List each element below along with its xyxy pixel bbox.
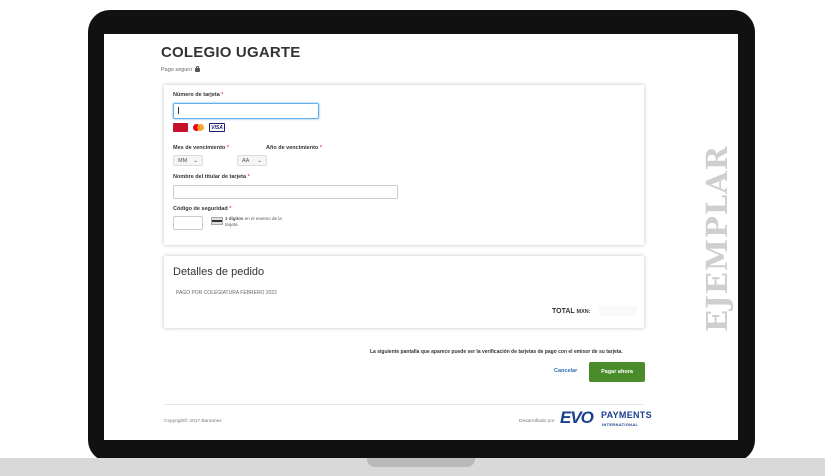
card-number-input[interactable]	[173, 103, 319, 119]
expiry-month-select[interactable]: MM ⌄	[173, 155, 203, 166]
required-mark: *	[247, 174, 250, 180]
order-description: PAGO POR COLEGIATURA FEBRERO 2022	[176, 290, 277, 296]
visa-icon: VISA	[209, 123, 225, 132]
expiry-year-value: AA	[242, 157, 250, 164]
expiry-month-label-text: Mes de vencimiento	[173, 145, 226, 151]
expiry-year-label-text: Año de vencimiento	[266, 145, 319, 151]
total-text: TOTAL	[552, 308, 575, 315]
laptop-notch	[367, 458, 475, 467]
expiry-month-value: MM	[178, 157, 188, 164]
total-label: TOTAL MXN:	[552, 308, 591, 315]
order-details-title: Detalles de pedido	[173, 266, 265, 278]
secure-payment-text: Pago seguro	[161, 67, 193, 73]
total-amount	[599, 306, 637, 316]
cardholder-name-label-text: Nombre del titular de tarjeta	[173, 174, 247, 180]
secure-payment-label: Pago seguro	[161, 66, 201, 73]
expiry-year-label: Año de vencimiento *	[266, 145, 322, 151]
required-mark: *	[226, 145, 229, 151]
cardholder-name-label: Nombre del titular de tarjeta *	[173, 174, 250, 180]
required-mark: *	[221, 92, 224, 98]
amex-card-icon	[173, 123, 188, 132]
security-code-label: Código de seguridad *	[173, 206, 231, 212]
ejemplar-watermark: EJEMPLAR	[700, 145, 734, 332]
security-code-label-text: Código de seguridad	[173, 206, 228, 212]
text-caret	[178, 107, 179, 114]
required-mark: *	[319, 145, 322, 151]
payments-logo-text: PAYMENTS	[601, 410, 652, 420]
pay-now-button[interactable]: Pagar ahora	[589, 362, 645, 382]
card-number-label: Número de tarjeta *	[173, 92, 223, 98]
chevron-down-icon: ⌄	[257, 157, 262, 164]
cvv-card-icon	[211, 217, 223, 225]
security-code-input[interactable]	[173, 216, 203, 230]
footer-divider	[164, 404, 644, 405]
lock-icon	[195, 66, 201, 72]
currency-text: MXN:	[576, 309, 591, 315]
page-title: COLEGIO UGARTE	[161, 44, 301, 61]
evo-logo: EVO	[560, 408, 594, 427]
international-logo-text: INTERNATIONAL	[602, 422, 639, 427]
verification-notice: La siguiente pantalla que aparece puede …	[370, 349, 623, 355]
required-mark: *	[229, 206, 232, 212]
expiry-year-select[interactable]: AA ⌄	[237, 155, 267, 166]
expiry-month-label: Mes de vencimiento *	[173, 145, 229, 151]
payment-page: COLEGIO UGARTE Pago seguro Número de tar…	[104, 34, 738, 440]
cardholder-name-input[interactable]	[173, 185, 398, 199]
cancel-button[interactable]: Cancelar	[554, 368, 577, 374]
card-form-panel: Número de tarjeta * VISA Mes de vencimie…	[164, 85, 644, 245]
chevron-down-icon: ⌄	[193, 157, 198, 164]
developed-by-text: Desarrollado por	[519, 419, 555, 424]
card-number-label-text: Número de tarjeta	[173, 92, 220, 98]
security-code-hint: 3 dígitos en el reverso de la tarjeta	[225, 216, 285, 228]
copyright-text: Copyright© 2017 Banamex	[164, 419, 222, 424]
hint-bold: 3 dígitos	[225, 216, 244, 221]
mastercard-icon	[193, 124, 204, 131]
